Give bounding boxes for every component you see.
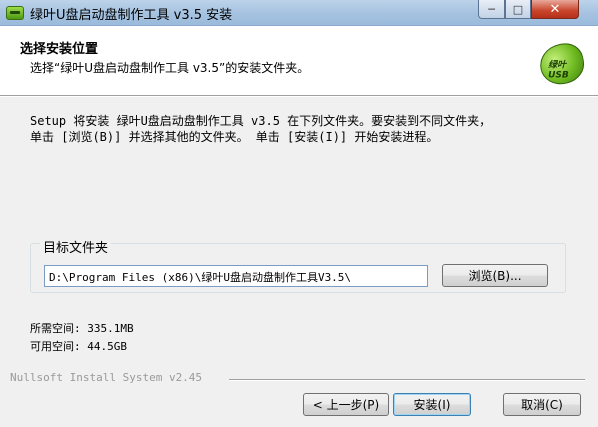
branding-divider xyxy=(229,379,585,381)
minimize-button[interactable]: ─ xyxy=(478,0,505,19)
destination-group-label: 目标文件夹 xyxy=(40,237,112,256)
logo-text: 绿叶USB xyxy=(548,60,569,81)
intro-text: Setup 将安装 绿叶U盘启动盘制作工具 v3.5 在下列文件夹。要安装到不同… xyxy=(30,114,492,144)
cancel-button[interactable]: 取消(C) xyxy=(503,393,581,416)
main-panel: Setup 将安装 绿叶U盘启动盘制作工具 v3.5 在下列文件夹。要安装到不同… xyxy=(0,97,598,427)
maximize-button[interactable]: □ xyxy=(505,0,531,19)
install-button[interactable]: 安装(I) xyxy=(393,393,471,416)
leaf-logo-icon: 绿叶USB xyxy=(536,39,588,89)
page-title: 选择安装位置 xyxy=(20,42,99,57)
close-button[interactable]: ✕ xyxy=(531,0,579,19)
branding-text: Nullsoft Install System v2.45 xyxy=(10,371,203,384)
header-panel: 选择安装位置 选择“绿叶U盘启动盘制作工具 v3.5”的安装文件夹。 绿叶USB xyxy=(0,26,598,96)
space-required: 所需空间: 335.1MB xyxy=(30,322,134,335)
app-icon xyxy=(6,6,24,20)
space-available: 可用空间: 44.5GB xyxy=(30,340,127,353)
destination-path-input[interactable]: D:\Program Files (x86)\绿叶U盘启动盘制作工具V3.5\ xyxy=(44,265,428,287)
page-subtitle: 选择“绿叶U盘启动盘制作工具 v3.5”的安装文件夹。 xyxy=(30,61,310,75)
window-title: 绿叶U盘启动盘制作工具 v3.5 安装 xyxy=(30,8,233,23)
browse-button[interactable]: 浏览(B)... xyxy=(442,264,548,287)
back-button[interactable]: < 上一步(P) xyxy=(303,393,389,416)
title-bar: 绿叶U盘启动盘制作工具 v3.5 安装 ─ □ ✕ xyxy=(0,0,598,26)
